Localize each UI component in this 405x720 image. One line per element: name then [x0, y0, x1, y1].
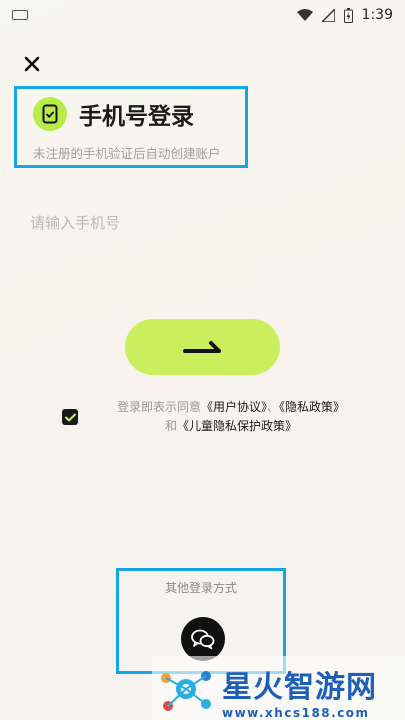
children-privacy-link[interactable]: 《儿童隐私保护政策》 — [177, 419, 297, 433]
page-title: 手机号登录 — [79, 104, 194, 130]
wechat-icon — [191, 629, 215, 650]
privacy-policy-link[interactable]: 《隐私政策》 — [279, 400, 345, 414]
title-block: 手机号登录 未注册的手机验证后自动创建账户 — [14, 86, 248, 168]
arrow-right-icon — [182, 341, 221, 353]
agreement-checkbox[interactable] — [62, 409, 78, 425]
watermark-title: 星火智游网 — [222, 670, 377, 705]
wifi-icon — [296, 9, 313, 21]
battery-icon — [343, 7, 353, 23]
phone-input[interactable] — [30, 208, 375, 238]
keyboard-icon — [12, 10, 28, 20]
close-icon — [24, 56, 40, 72]
watermark-url: www.xhcs188.com — [222, 706, 370, 720]
status-bar: 1:39 — [0, 0, 405, 30]
watermark-text: 星火智游网 www.xhcs188.com — [222, 662, 377, 720]
check-icon — [64, 413, 76, 421]
title-row: 手机号登录 — [33, 97, 194, 131]
other-login-label: 其他登录方式 — [164, 581, 237, 595]
next-button[interactable] — [125, 319, 280, 375]
user-agreement-link[interactable]: 《用户协议》 — [201, 400, 267, 414]
agreement-and: 和 — [164, 419, 177, 433]
close-button[interactable] — [20, 52, 44, 76]
status-time: 1:39 — [361, 7, 393, 23]
watermark-logo-icon — [161, 671, 211, 711]
phone-badge-icon — [33, 97, 67, 131]
agreement-prefix: 登录即表示同意 — [116, 400, 201, 414]
agreement-separator: 、 — [267, 400, 280, 414]
agreement-text: 登录即表示同意《用户协议》、《隐私政策》 和《儿童隐私保护政策》 — [86, 398, 376, 436]
signal-icon — [321, 8, 335, 22]
status-icons: 1:39 — [296, 7, 393, 23]
wechat-login-button[interactable] — [181, 617, 225, 661]
page-subtitle: 未注册的手机验证后自动创建账户 — [33, 146, 221, 161]
watermark: 星火智游网 www.xhcs188.com — [152, 656, 405, 720]
